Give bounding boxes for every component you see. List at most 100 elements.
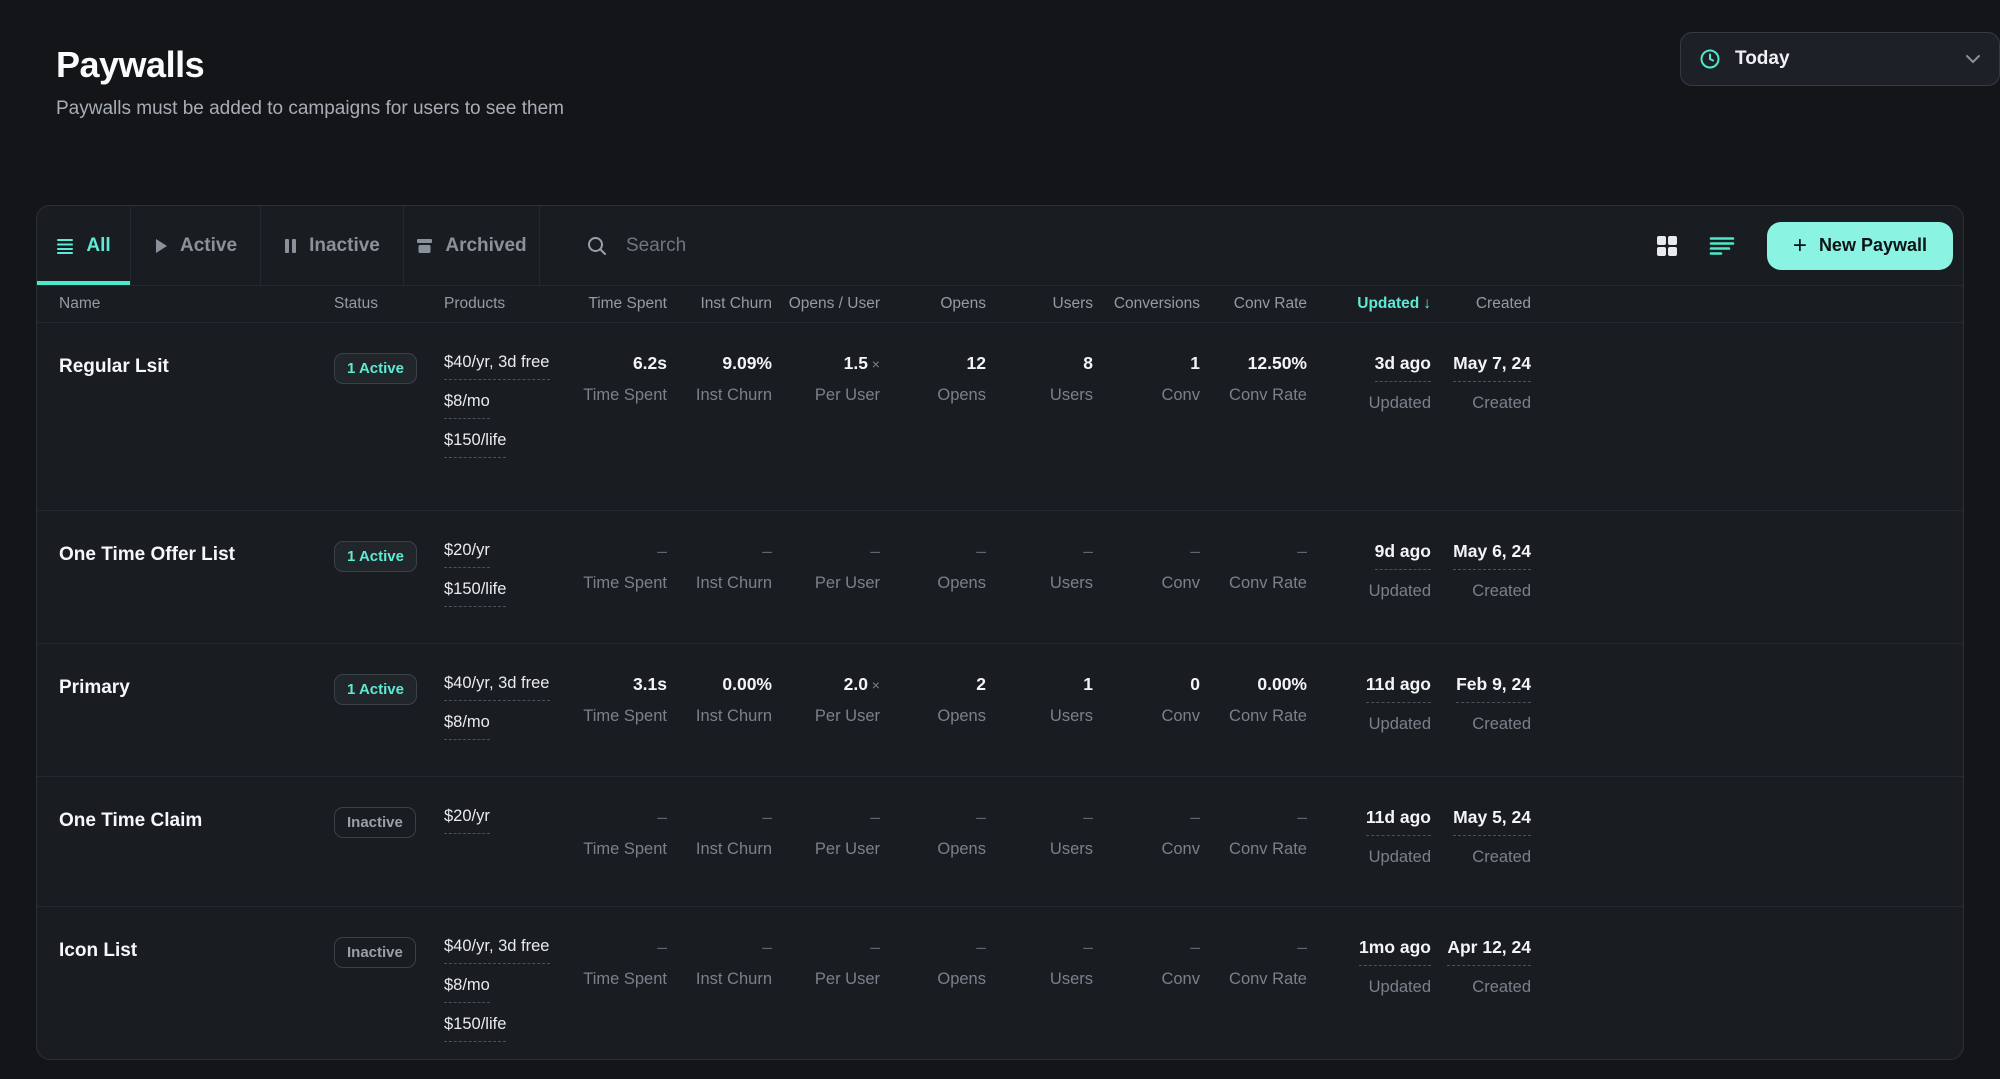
product-price[interactable]: $150/life [444,1015,561,1042]
metric-value: 3.1s [561,674,667,695]
search-field [540,235,1651,257]
updated-value[interactable]: 11d ago [1366,807,1431,836]
metric-value: – [880,937,986,958]
col-header-name[interactable]: Name [59,295,334,313]
created-cell: Apr 12, 24Created [1431,937,1531,997]
tab-label: Inactive [309,235,380,257]
updated-value[interactable]: 1mo ago [1359,937,1431,966]
tab-active[interactable]: Active [131,206,261,285]
col-header-updated[interactable]: Updated↓ [1307,295,1431,313]
metric-label: Created [1431,394,1531,413]
tab-all[interactable]: All [37,206,131,285]
product-price[interactable]: $40/yr, 3d free [444,937,561,964]
metric-label: Users [986,707,1093,726]
date-filter-dropdown[interactable]: Today [1680,32,2000,86]
metric-value: – [1200,807,1307,828]
created-value[interactable]: May 6, 24 [1453,541,1531,570]
metric-conv-rate: 12.50%Conv Rate [1200,353,1307,405]
metric-opens-user: –Per User [772,937,880,989]
product-price[interactable]: $20/yr [444,541,561,568]
new-paywall-button[interactable]: + New Paywall [1767,222,1953,270]
metric-value: – [667,937,772,958]
table-row[interactable]: Primary 1 Active $40/yr, 3d free $8/mo 3.… [37,644,1963,777]
product-price[interactable]: $40/yr, 3d free [444,674,561,701]
table-row[interactable]: Icon List Inactive $40/yr, 3d free$8/mo$… [37,907,1963,1060]
metric-label: Per User [772,574,880,593]
col-header-status[interactable]: Status [334,295,444,313]
products-cell: $40/yr, 3d free $8/mo $150/life [444,353,561,470]
paywall-name[interactable]: Icon List [59,937,334,962]
metric-label: Updated [1307,582,1431,601]
metric-conv-rate: –Conv Rate [1200,937,1307,989]
paywall-name[interactable]: Primary [59,674,334,699]
col-header-opens-user[interactable]: Opens / User [772,295,880,313]
list-icon [56,238,74,254]
product-price[interactable]: $20/yr [444,807,561,834]
status-cell: 1 Active [334,541,444,572]
product-price[interactable]: $40/yr, 3d free [444,353,561,380]
created-cell: May 5, 24Created [1431,807,1531,867]
created-value[interactable]: May 5, 24 [1453,807,1531,836]
metric-conv-rate: –Conv Rate [1200,807,1307,859]
created-value[interactable]: May 7, 24 [1453,353,1531,382]
updated-value[interactable]: 9d ago [1375,541,1431,570]
status-cell: 1 Active [334,674,444,705]
products-cell: $20/yr $150/life [444,541,561,619]
paywall-name[interactable]: One Time Offer List [59,541,334,566]
metric-value: – [667,807,772,828]
metric-value: 1 [986,674,1093,695]
metric-opens: 12Opens [880,353,986,405]
table-row[interactable]: Regular Lsit 1 Active $40/yr, 3d free $8/… [37,323,1963,511]
metric-label: Conv [1093,840,1200,859]
metric-time-spent: –Time Spent [561,541,667,593]
metric-value: 0 [1093,674,1200,695]
updated-value[interactable]: 3d ago [1375,353,1431,382]
metric-conversions: –Conv [1093,937,1200,989]
metric-label: Users [986,574,1093,593]
tab-archived[interactable]: Archived [404,206,540,285]
col-header-conversions[interactable]: Conversions [1093,295,1200,313]
col-header-opens[interactable]: Opens [880,295,986,313]
metric-value: 0.00% [1200,674,1307,695]
paywall-name[interactable]: One Time Claim [59,807,334,832]
updated-value[interactable]: 11d ago [1366,674,1431,703]
product-price[interactable]: $8/mo [444,392,561,419]
metric-conversions: 0 Conv [1093,674,1200,726]
created-cell: May 7, 24 Created [1431,353,1531,413]
date-filter-value: Today [1735,48,1790,70]
grid-view-button[interactable] [1651,230,1683,262]
metric-label: Per User [772,840,880,859]
table-row[interactable]: One Time Offer List 1 Active $20/yr $150/… [37,511,1963,644]
col-header-users[interactable]: Users [986,295,1093,313]
tab-inactive[interactable]: Inactive [261,206,404,285]
metric-label: Conv [1093,707,1200,726]
list-view-button[interactable] [1705,232,1739,260]
col-header-time-spent[interactable]: Time Spent [561,295,667,313]
col-header-inst-churn[interactable]: Inst Churn [667,295,772,313]
metric-label: Created [1431,715,1531,734]
metric-users: 8Users [986,353,1093,405]
chevron-down-icon [1965,54,1981,64]
paywall-name[interactable]: Regular Lsit [59,353,334,378]
metric-time-spent: 3.1sTime Spent [561,674,667,726]
metric-label: Opens [880,840,986,859]
product-price[interactable]: $150/life [444,431,561,458]
table-row[interactable]: One Time Claim Inactive $20/yr –Time Spe… [37,777,1963,907]
product-price[interactable]: $150/life [444,580,561,607]
tab-label: All [86,235,110,257]
created-value[interactable]: Feb 9, 24 [1456,674,1531,703]
search-input[interactable] [626,235,1046,257]
metric-label: Conv Rate [1200,970,1307,989]
metric-label: Conv [1093,574,1200,593]
product-price[interactable]: $8/mo [444,713,561,740]
metric-value: – [772,807,880,828]
metric-value: – [1200,541,1307,562]
status-cell: 1 Active [334,353,444,384]
created-value[interactable]: Apr 12, 24 [1447,937,1531,966]
col-header-products[interactable]: Products [444,295,561,313]
col-header-created[interactable]: Created [1431,295,1531,313]
metric-opens: –Opens [880,807,986,859]
col-header-conv-rate[interactable]: Conv Rate [1200,295,1307,313]
product-price[interactable]: $8/mo [444,976,561,1003]
metric-label: Per User [772,386,880,405]
